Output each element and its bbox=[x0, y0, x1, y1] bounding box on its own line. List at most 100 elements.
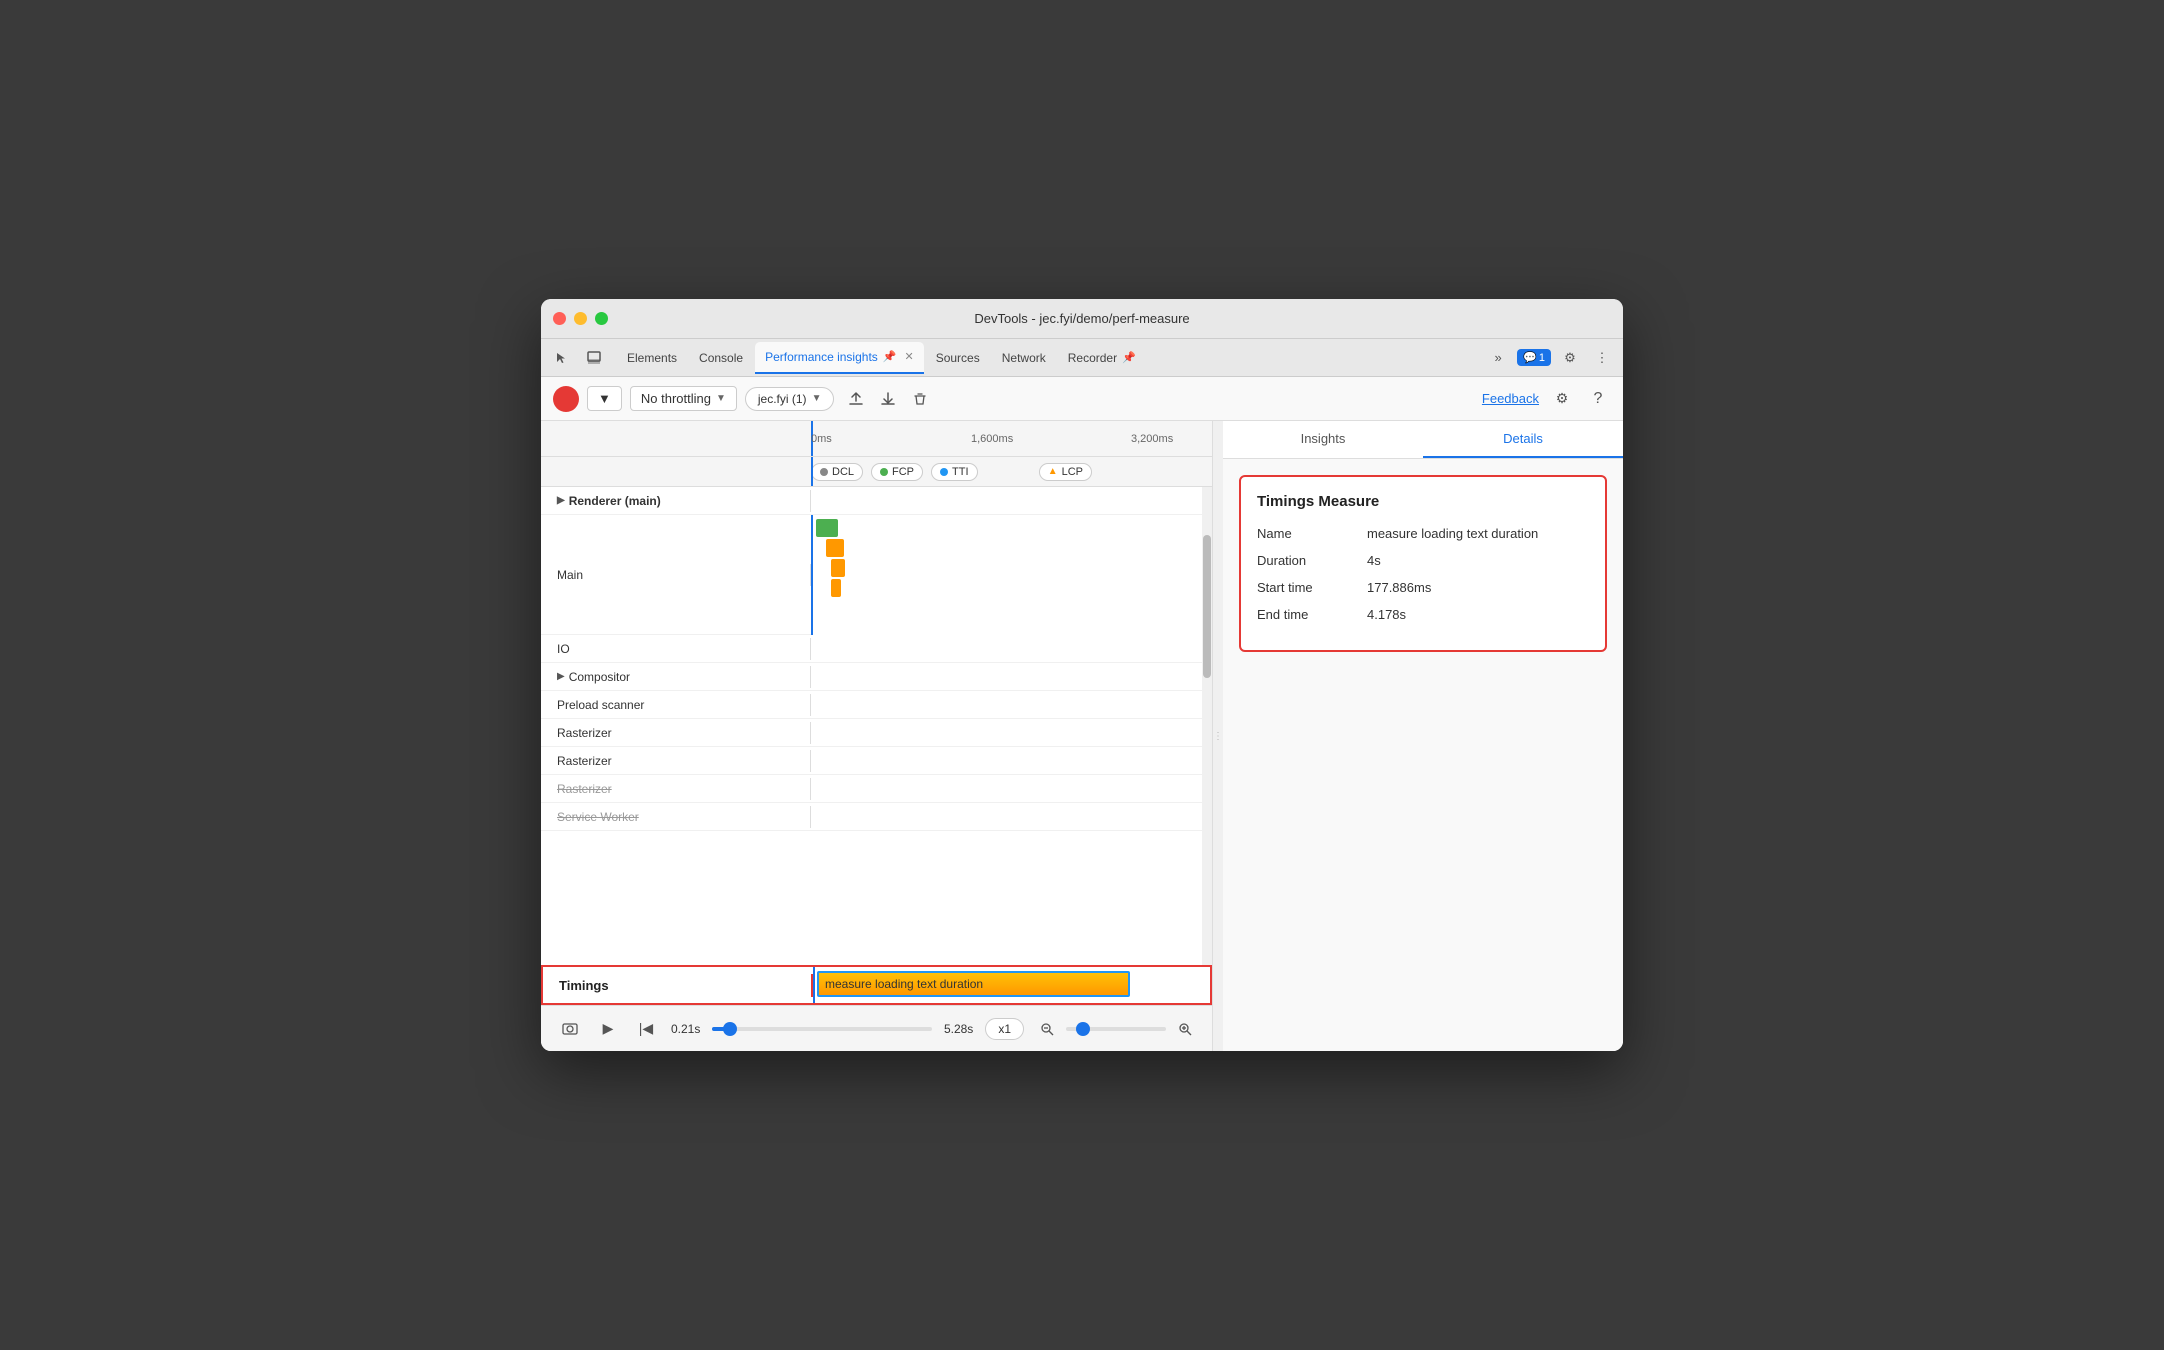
fcp-marker: FCP bbox=[871, 463, 923, 481]
flame-bar-4[interactable] bbox=[831, 579, 841, 597]
flame-bar-1[interactable] bbox=[816, 519, 838, 537]
track-label-main: Main bbox=[541, 564, 811, 586]
detail-value-start-time: 177.886ms bbox=[1367, 580, 1431, 595]
tab-details[interactable]: Details bbox=[1423, 421, 1623, 458]
detail-row-end-time: End time 4.178s bbox=[1257, 607, 1589, 622]
timings-label: Timings bbox=[543, 974, 813, 997]
flame-bar-3[interactable] bbox=[831, 559, 845, 577]
tab-performance-insights[interactable]: Performance insights 📌 ✕ bbox=[755, 342, 924, 374]
track-label-service-worker: Service Worker bbox=[541, 806, 811, 828]
tti-dot bbox=[940, 468, 948, 476]
detail-key-end-time: End time bbox=[1257, 607, 1367, 622]
dropdown-arrow-icon: ▼ bbox=[598, 391, 611, 406]
throttling-dropdown[interactable]: No throttling ▼ bbox=[630, 386, 737, 411]
time-ruler: 0ms 1,600ms 3,200ms 4,800ms bbox=[541, 421, 1212, 457]
time-marker-1: 1,600ms bbox=[971, 433, 1013, 445]
close-button[interactable] bbox=[553, 312, 566, 325]
minimize-button[interactable] bbox=[574, 312, 587, 325]
play-button[interactable]: ▶ bbox=[595, 1016, 621, 1042]
record-button[interactable] bbox=[553, 386, 579, 412]
download-button[interactable] bbox=[874, 385, 902, 413]
zoom-level-label: x1 bbox=[985, 1018, 1024, 1040]
cursor-line-timings bbox=[813, 967, 815, 1003]
toolbar-right: Feedback ⚙ ? bbox=[1482, 386, 1611, 412]
zoom-controls bbox=[1036, 1018, 1196, 1040]
zoom-slider-thumb[interactable] bbox=[1076, 1022, 1090, 1036]
upload-button[interactable] bbox=[842, 385, 870, 413]
title-bar: DevTools - jec.fyi/demo/perf-measure bbox=[541, 299, 1623, 339]
main-content: 0ms 1,600ms 3,200ms 4,800ms DCL FCP T bbox=[541, 421, 1623, 1051]
track-row-rasterizer-2: Rasterizer bbox=[541, 747, 1212, 775]
detail-value-name: measure loading text duration bbox=[1367, 526, 1538, 541]
dcl-dot bbox=[820, 468, 828, 476]
tab-close-icon[interactable]: ✕ bbox=[904, 350, 913, 363]
details-title: Timings Measure bbox=[1257, 493, 1589, 510]
track-label-rasterizer-1: Rasterizer bbox=[541, 722, 811, 744]
tab-bar-right: » 💬 1 ⚙ ⋮ bbox=[1485, 345, 1615, 371]
slider-thumb[interactable] bbox=[723, 1022, 737, 1036]
feedback-link[interactable]: Feedback bbox=[1482, 391, 1539, 406]
tab-network[interactable]: Network bbox=[992, 342, 1056, 374]
more-options-icon[interactable]: ⋮ bbox=[1589, 345, 1615, 371]
tab-console[interactable]: Console bbox=[689, 342, 753, 374]
scrollbar-thumb[interactable] bbox=[1203, 535, 1211, 678]
skip-back-button[interactable]: |◀ bbox=[633, 1016, 659, 1042]
track-label-io: IO bbox=[541, 638, 811, 660]
timings-row: Timings measure loading text duration bbox=[541, 965, 1212, 1005]
tab-pin-icon: 📌 bbox=[883, 350, 897, 363]
detail-row-start-time: Start time 177.886ms bbox=[1257, 580, 1589, 595]
slider-track[interactable] bbox=[712, 1027, 932, 1031]
dock-icon[interactable] bbox=[581, 345, 607, 371]
details-card: Timings Measure Name measure loading tex… bbox=[1239, 475, 1607, 652]
detail-row-name: Name measure loading text duration bbox=[1257, 526, 1589, 541]
url-arrow-icon: ▼ bbox=[812, 393, 822, 404]
right-panel-content: Timings Measure Name measure loading tex… bbox=[1223, 459, 1623, 1051]
playback-slider[interactable] bbox=[712, 1027, 932, 1031]
scrollbar-track[interactable] bbox=[1202, 487, 1212, 965]
compositor-expand-icon[interactable]: ▶ bbox=[557, 671, 565, 682]
transport-bar: ▶ |◀ 0.21s 5.28s x1 bbox=[541, 1005, 1212, 1051]
maximize-button[interactable] bbox=[595, 312, 608, 325]
cursor-line-main bbox=[811, 515, 813, 635]
time-start-label: 0.21s bbox=[671, 1022, 700, 1036]
record-dropdown[interactable]: ▼ bbox=[587, 386, 622, 411]
tab-recorder[interactable]: Recorder 📌 bbox=[1058, 342, 1146, 374]
timings-content[interactable]: measure loading text duration bbox=[813, 967, 1210, 1003]
time-end-label: 5.28s bbox=[944, 1022, 973, 1036]
delete-button[interactable] bbox=[906, 385, 934, 413]
window-title: DevTools - jec.fyi/demo/perf-measure bbox=[974, 311, 1189, 326]
timeline-panel: 0ms 1,600ms 3,200ms 4,800ms DCL FCP T bbox=[541, 421, 1213, 1051]
track-row-compositor: ▶ Compositor bbox=[541, 663, 1212, 691]
help-button[interactable]: ? bbox=[1585, 386, 1611, 412]
tab-bar-icons bbox=[549, 345, 607, 371]
chat-badge[interactable]: 💬 1 bbox=[1517, 349, 1551, 366]
track-row-service-worker: Service Worker bbox=[541, 803, 1212, 831]
zoom-in-button[interactable] bbox=[1174, 1018, 1196, 1040]
more-tabs-button[interactable]: » bbox=[1485, 345, 1511, 371]
detail-row-duration: Duration 4s bbox=[1257, 553, 1589, 568]
time-marker-2: 3,200ms bbox=[1131, 433, 1173, 445]
track-label-renderer: ▶ Renderer (main) bbox=[541, 490, 811, 512]
track-label-compositor: ▶ Compositor bbox=[541, 666, 811, 688]
expand-arrow-icon[interactable]: ▶ bbox=[557, 495, 565, 506]
settings-icon[interactable]: ⚙ bbox=[1557, 345, 1583, 371]
tti-marker: TTI bbox=[931, 463, 978, 481]
tab-sources[interactable]: Sources bbox=[926, 342, 990, 374]
url-dropdown[interactable]: jec.fyi (1) ▼ bbox=[745, 387, 835, 411]
settings-button[interactable]: ⚙ bbox=[1549, 386, 1575, 412]
track-content-main[interactable] bbox=[811, 515, 1212, 635]
zoom-slider[interactable] bbox=[1066, 1027, 1166, 1031]
flame-bar-2[interactable] bbox=[826, 539, 844, 557]
url-label: jec.fyi (1) bbox=[758, 392, 807, 406]
screenshot-button[interactable] bbox=[557, 1016, 583, 1042]
detail-key-start-time: Start time bbox=[1257, 580, 1367, 595]
cursor-line bbox=[811, 457, 813, 486]
detail-value-duration: 4s bbox=[1367, 553, 1381, 568]
cursor-icon[interactable] bbox=[549, 345, 575, 371]
resize-handle[interactable]: ⋮ bbox=[1213, 421, 1223, 1051]
tab-insights[interactable]: Insights bbox=[1223, 421, 1423, 458]
timing-bar[interactable]: measure loading text duration bbox=[817, 971, 1130, 997]
zoom-out-button[interactable] bbox=[1036, 1018, 1058, 1040]
track-row-rasterizer-3: Rasterizer bbox=[541, 775, 1212, 803]
tab-elements[interactable]: Elements bbox=[617, 342, 687, 374]
